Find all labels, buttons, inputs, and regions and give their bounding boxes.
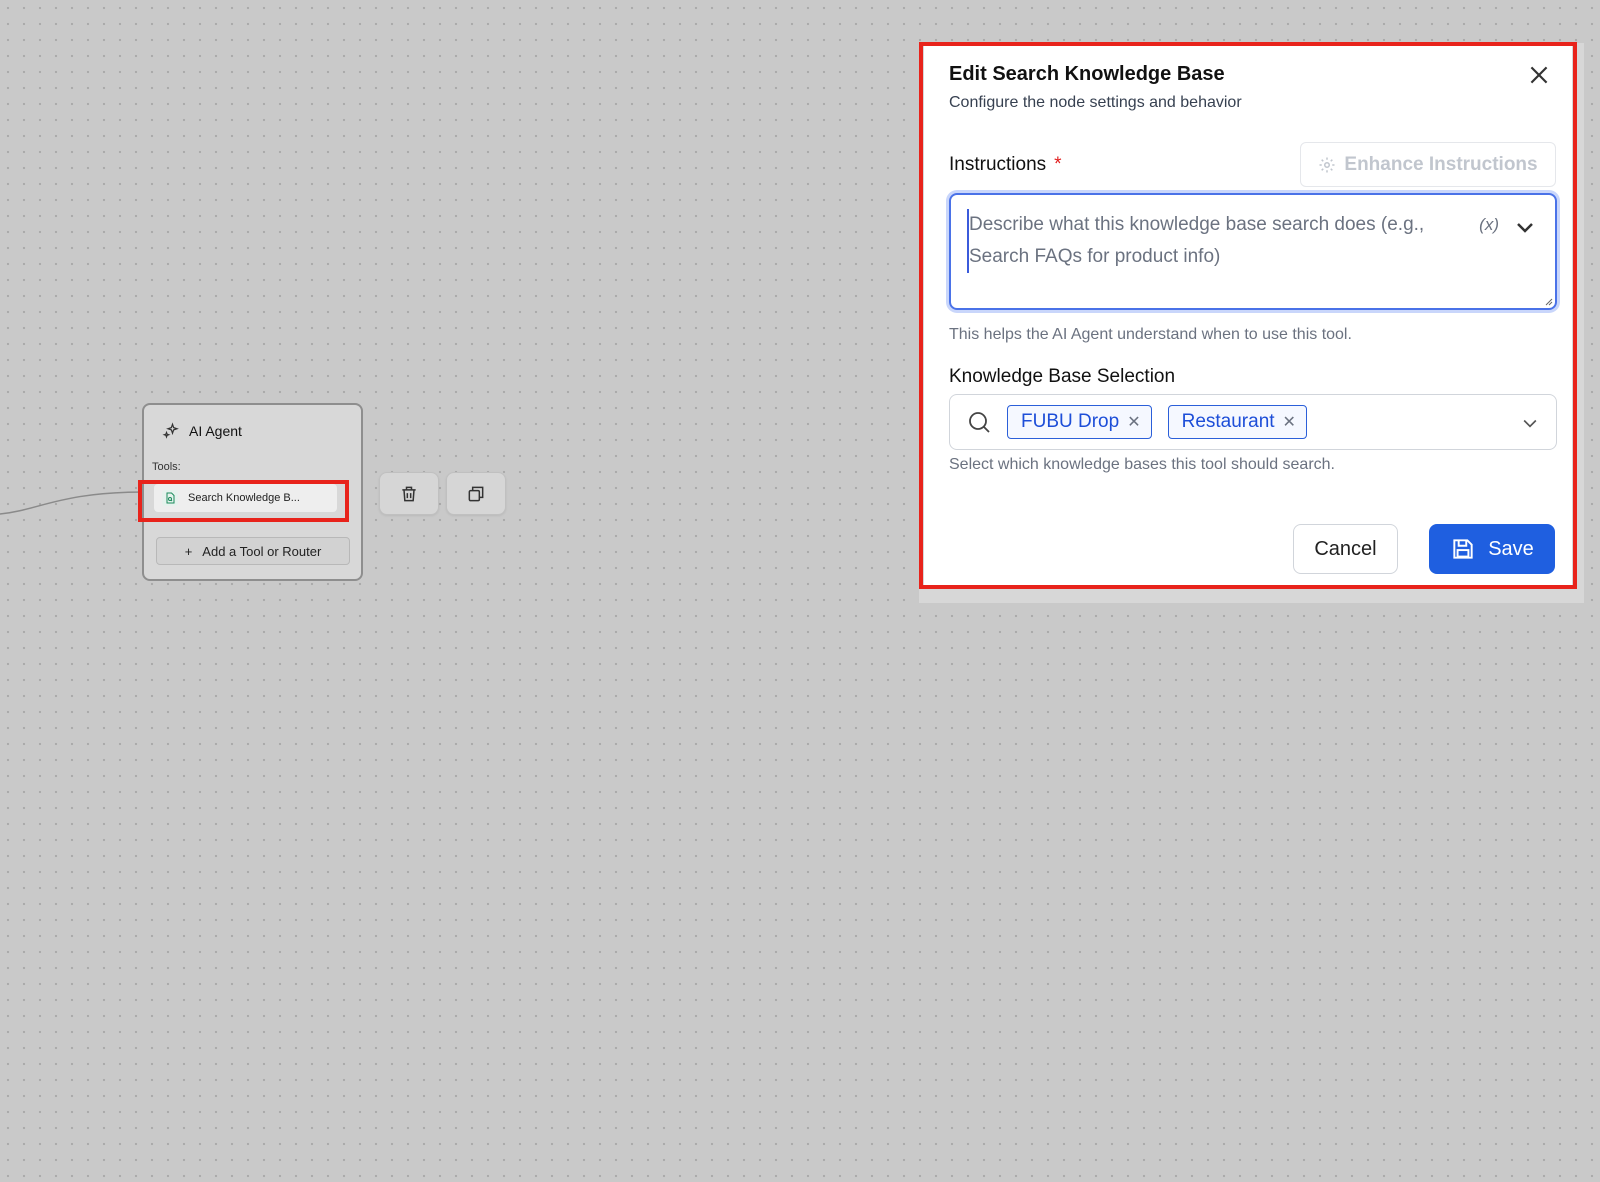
- copy-icon: [468, 486, 484, 501]
- add-tool-label: Add a Tool or Router: [202, 543, 322, 559]
- trash-icon: [402, 486, 416, 501]
- sparkles-icon: [162, 422, 179, 439]
- duplicate-node-button[interactable]: [446, 472, 506, 515]
- plus-icon: +: [184, 543, 193, 559]
- agent-node-title: AI Agent: [189, 423, 242, 439]
- tools-label: Tools:: [152, 461, 181, 473]
- connection-edge: [0, 489, 148, 515]
- agent-node-header: AI Agent: [144, 405, 361, 457]
- add-tool-button[interactable]: + Add a Tool or Router: [156, 537, 350, 565]
- tool-item-highlight: [138, 480, 349, 522]
- dialog-highlight: [919, 42, 1577, 589]
- delete-node-button[interactable]: [379, 472, 439, 515]
